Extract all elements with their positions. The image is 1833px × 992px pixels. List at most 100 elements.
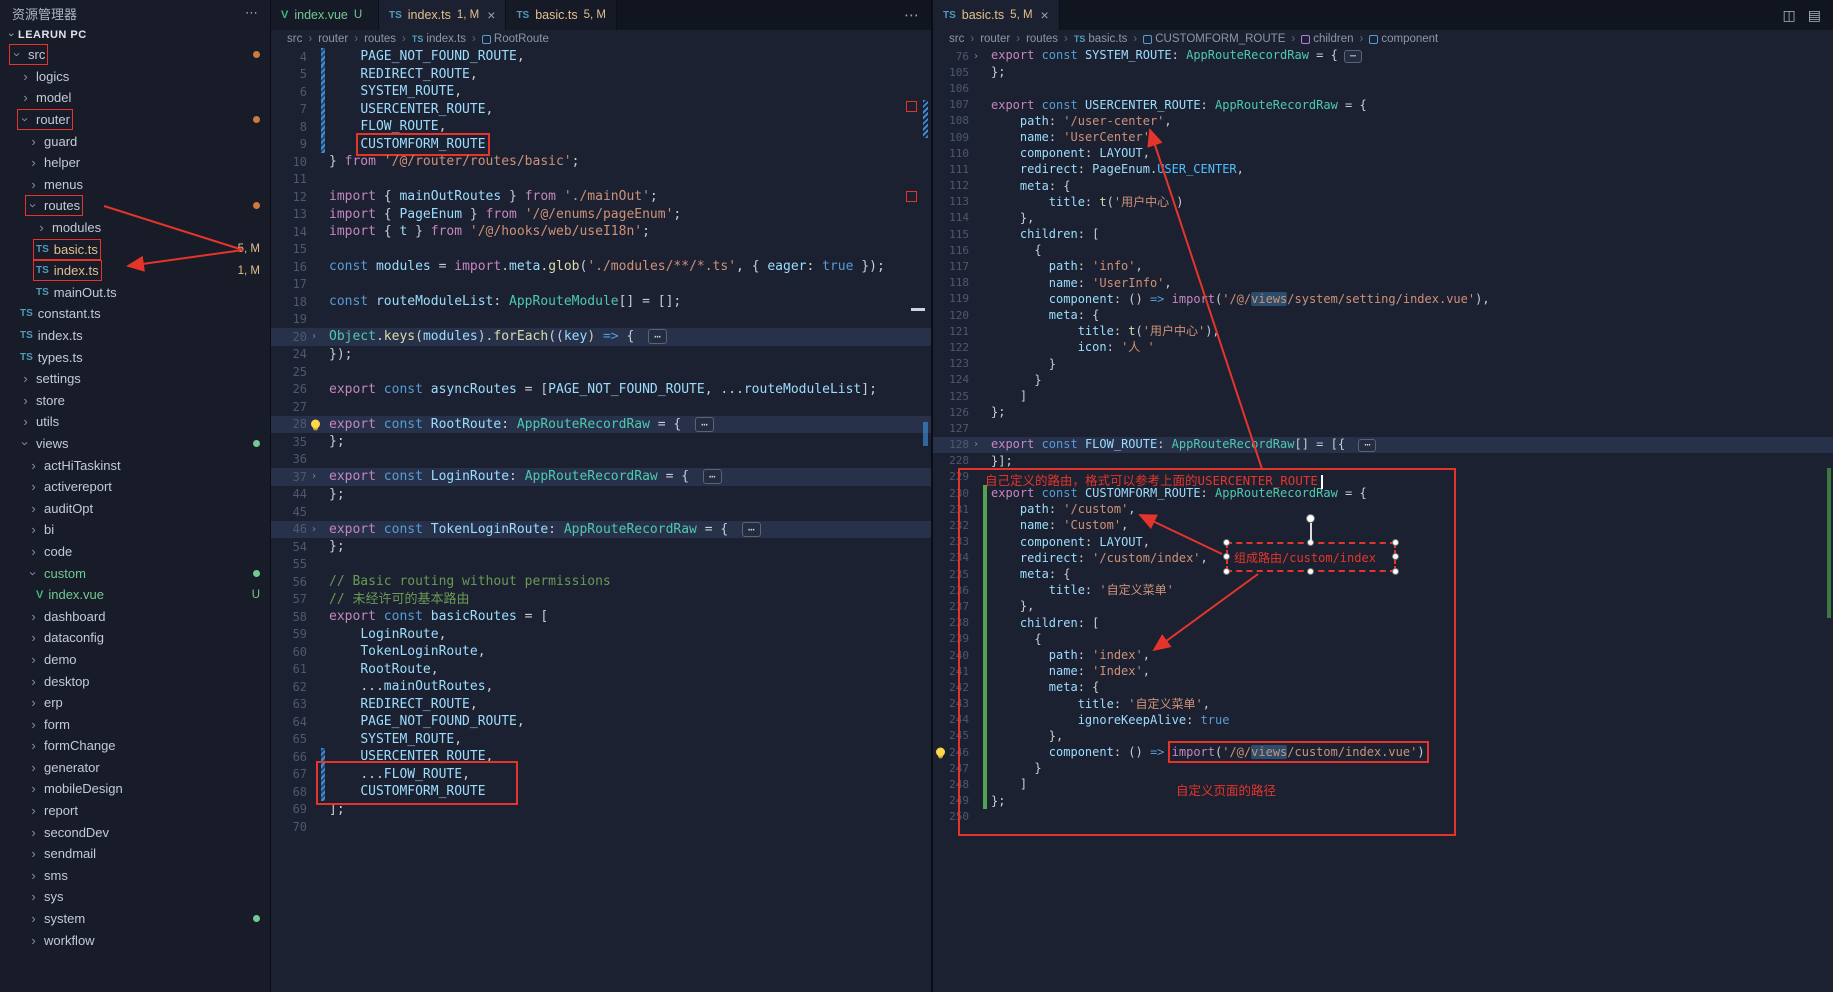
- code-line-37[interactable]: 37›export const LoginRoute: AppRouteReco…: [271, 468, 931, 486]
- code-line-28[interactable]: 28›export const RootRoute: AppRouteRecor…: [271, 416, 931, 434]
- tree-item-generator[interactable]: ›generator: [0, 757, 270, 779]
- folded-code-ellipsis[interactable]: ⋯: [1358, 439, 1376, 452]
- tree-item-custom[interactable]: ›custom: [0, 562, 270, 584]
- tree-item-desktop[interactable]: ›desktop: [0, 670, 270, 692]
- selection-handle[interactable]: [1307, 539, 1314, 546]
- code-line-16[interactable]: 16const modules = import.meta.glob('./mo…: [271, 258, 931, 276]
- code-line-114[interactable]: 114 },: [933, 210, 1833, 226]
- code-line-46[interactable]: 46›export const TokenLoginRoute: AppRout…: [271, 521, 931, 539]
- code-line-25[interactable]: 25: [271, 363, 931, 381]
- code-line-7[interactable]: 7 USERCENTER_ROUTE,: [271, 101, 931, 119]
- code-line-230[interactable]: 230export const CUSTOMFORM_ROUTE: AppRou…: [933, 485, 1833, 501]
- code-line-65[interactable]: 65 SYSTEM_ROUTE,: [271, 731, 931, 749]
- folded-code-ellipsis[interactable]: ⋯: [648, 329, 667, 344]
- tree-item-mainOut.ts[interactable]: TSmainOut.ts: [0, 282, 270, 304]
- code-line-126[interactable]: 126};: [933, 404, 1833, 420]
- code-line-69[interactable]: 69];: [271, 801, 931, 819]
- tree-item-modules[interactable]: ›modules: [0, 217, 270, 239]
- code-line-17[interactable]: 17: [271, 276, 931, 294]
- fold-chevron-icon[interactable]: ›: [971, 51, 981, 62]
- code-line-14[interactable]: 14import { t } from '/@/hooks/web/useI18…: [271, 223, 931, 241]
- tree-item-sms[interactable]: ›sms: [0, 865, 270, 887]
- annotation-textbox-route[interactable]: 组成路由/custom/index: [1226, 542, 1396, 572]
- breadcrumb-item-children[interactable]: children: [1301, 33, 1353, 45]
- tab-basic.ts[interactable]: TSbasic.ts5, M: [506, 0, 617, 30]
- code-line-113[interactable]: 113 title: t('用户中心'): [933, 194, 1833, 210]
- code-line-115[interactable]: 115 children: [: [933, 226, 1833, 242]
- breadcrumb-item-router[interactable]: router: [980, 33, 1010, 45]
- code-line-238[interactable]: 238 children: [: [933, 615, 1833, 631]
- code-line-117[interactable]: 117 path: 'info',: [933, 258, 1833, 274]
- tree-item-constant.ts[interactable]: TSconstant.ts: [0, 303, 270, 325]
- tree-item-sys[interactable]: ›sys: [0, 886, 270, 908]
- code-line-4[interactable]: 4 PAGE_NOT_FOUND_ROUTE,: [271, 48, 931, 66]
- tree-item-activereport[interactable]: ›activereport: [0, 476, 270, 498]
- breadcrumb-item-index.ts[interactable]: TSindex.ts: [412, 33, 466, 45]
- folded-code-ellipsis[interactable]: ⋯: [1344, 50, 1362, 63]
- folded-code-ellipsis[interactable]: ⋯: [742, 522, 761, 537]
- code-line-70[interactable]: 70: [271, 818, 931, 836]
- code-line-24[interactable]: 24});: [271, 346, 931, 364]
- selection-handle[interactable]: [1223, 539, 1230, 546]
- code-line-236[interactable]: 236 title: '自定义菜单': [933, 582, 1833, 598]
- tree-item-report[interactable]: ›report: [0, 800, 270, 822]
- code-line-8[interactable]: 8 FLOW_ROUTE,: [271, 118, 931, 136]
- tree-item-model[interactable]: ›model: [0, 87, 270, 109]
- code-line-247[interactable]: 247 }: [933, 760, 1833, 776]
- code-line-110[interactable]: 110 component: LAYOUT,: [933, 145, 1833, 161]
- folded-code-ellipsis[interactable]: ⋯: [695, 417, 714, 432]
- tree-item-settings[interactable]: ›settings: [0, 368, 270, 390]
- code-line-56[interactable]: 56// Basic routing without permissions: [271, 573, 931, 591]
- code-editor-left[interactable]: 4 PAGE_NOT_FOUND_ROUTE,5 REDIRECT_ROUTE,…: [271, 48, 931, 992]
- code-line-11[interactable]: 11: [271, 171, 931, 189]
- code-line-15[interactable]: 15: [271, 241, 931, 259]
- code-line-60[interactable]: 60 TokenLoginRoute,: [271, 643, 931, 661]
- code-line-123[interactable]: 123 }: [933, 356, 1833, 372]
- code-line-245[interactable]: 245 },: [933, 728, 1833, 744]
- rotate-handle[interactable]: [1306, 514, 1315, 523]
- tree-item-actHiTaskinst[interactable]: ›actHiTaskinst: [0, 454, 270, 476]
- code-line-237[interactable]: 237 },: [933, 598, 1833, 614]
- code-line-9[interactable]: 9 CUSTOMFORM_ROUTE: [271, 136, 931, 154]
- code-line-112[interactable]: 112 meta: {: [933, 178, 1833, 194]
- breadcrumb-item-routes[interactable]: routes: [364, 33, 396, 45]
- code-line-5[interactable]: 5 REDIRECT_ROUTE,: [271, 66, 931, 84]
- explorer-more-icon[interactable]: ⋯: [245, 5, 258, 21]
- code-line-241[interactable]: 241 name: 'Index',: [933, 663, 1833, 679]
- code-line-6[interactable]: 6 SYSTEM_ROUTE,: [271, 83, 931, 101]
- code-line-35[interactable]: 35};: [271, 433, 931, 451]
- tree-item-bi[interactable]: ›bi: [0, 519, 270, 541]
- code-line-127[interactable]: 127: [933, 420, 1833, 436]
- code-line-248[interactable]: 248 ]: [933, 776, 1833, 792]
- tree-item-router[interactable]: ›router: [0, 109, 270, 131]
- code-line-67[interactable]: 67 ...FLOW_ROUTE,: [271, 766, 931, 784]
- tree-item-menus[interactable]: ›menus: [0, 174, 270, 196]
- tree-item-utils[interactable]: ›utils: [0, 411, 270, 433]
- code-line-64[interactable]: 64 PAGE_NOT_FOUND_ROUTE,: [271, 713, 931, 731]
- split-editor-icon[interactable]: ◫: [1783, 7, 1796, 24]
- breadcrumb-item-src[interactable]: src: [949, 33, 964, 45]
- code-line-125[interactable]: 125 ]: [933, 388, 1833, 404]
- breadcrumb-item-component[interactable]: component: [1369, 33, 1438, 45]
- tab-index.ts[interactable]: TSindex.ts1, M×: [379, 0, 506, 30]
- code-line-20[interactable]: 20›Object.keys(modules).forEach((key) =>…: [271, 328, 931, 346]
- tree-item-formChange[interactable]: ›formChange: [0, 735, 270, 757]
- code-line-243[interactable]: 243 title: '自定义菜单',: [933, 696, 1833, 712]
- tab-close-icon[interactable]: ×: [1041, 7, 1049, 23]
- tree-item-auditOpt[interactable]: ›auditOpt: [0, 497, 270, 519]
- breadcrumb-item-basic.ts[interactable]: TSbasic.ts: [1074, 33, 1128, 45]
- tree-item-workflow[interactable]: ›workflow: [0, 929, 270, 951]
- code-line-232[interactable]: 232 name: 'Custom',: [933, 517, 1833, 533]
- code-line-239[interactable]: 239 {: [933, 631, 1833, 647]
- breadcrumb-item-src[interactable]: src: [287, 33, 302, 45]
- tree-item-mobileDesign[interactable]: ›mobileDesign: [0, 778, 270, 800]
- tree-item-dataconfig[interactable]: ›dataconfig: [0, 627, 270, 649]
- code-line-12[interactable]: 12import { mainOutRoutes } from './mainO…: [271, 188, 931, 206]
- code-line-250[interactable]: 250: [933, 809, 1833, 825]
- code-line-122[interactable]: 122 icon: '人 ': [933, 339, 1833, 355]
- editor-actions-more-icon[interactable]: ⋯: [892, 0, 931, 30]
- breadcrumb-item-RootRoute[interactable]: RootRoute: [482, 33, 549, 45]
- code-line-62[interactable]: 62 ...mainOutRoutes,: [271, 678, 931, 696]
- selection-handle[interactable]: [1223, 553, 1230, 560]
- code-line-76[interactable]: 76›export const SYSTEM_ROUTE: AppRouteRe…: [933, 48, 1833, 64]
